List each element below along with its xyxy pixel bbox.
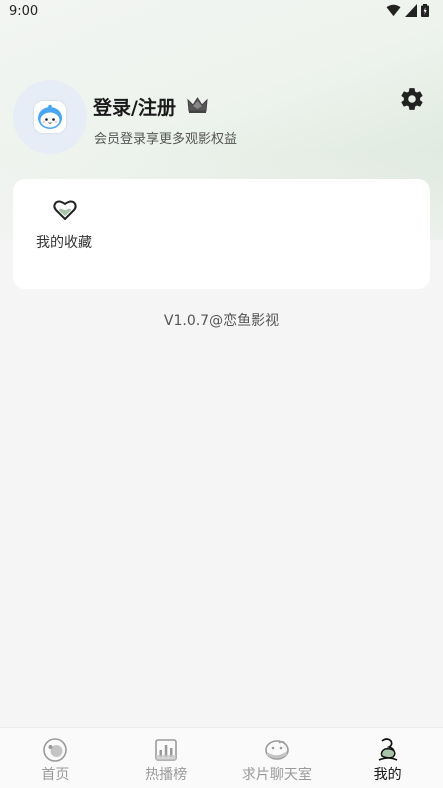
signal-icon — [405, 4, 417, 17]
nav-item-hot[interactable]: 热播榜 — [111, 728, 222, 788]
version-text: V1.0.7@恋鱼影视 — [163, 313, 280, 329]
home-icon — [43, 738, 68, 762]
nav-label: 热播榜 — [145, 767, 188, 783]
favorites-label: 我的收藏 — [36, 235, 92, 251]
status-bar: 9:00 — [0, 0, 443, 24]
avatar[interactable] — [13, 80, 87, 154]
battery-icon — [421, 4, 429, 17]
status-time: 9:00 — [9, 4, 39, 19]
status-icons — [386, 4, 429, 17]
chart-icon — [155, 739, 177, 761]
nav-item-home[interactable]: 首页 — [0, 728, 111, 788]
nav-item-mine[interactable]: 我的 — [332, 728, 443, 788]
bottom-nav: 首页 热播榜 求片聊天室 我的 — [0, 727, 443, 788]
nav-label: 我的 — [373, 767, 402, 783]
profile-icon — [378, 738, 397, 761]
avatar-mascot-icon — [34, 101, 66, 133]
nav-label: 求片聊天室 — [241, 767, 312, 783]
heart-icon — [53, 200, 77, 220]
login-register-link[interactable]: 登录/注册 — [93, 93, 176, 120]
login-subtitle: 会员登录享更多观影权益 — [94, 132, 238, 147]
nav-label: 首页 — [41, 767, 70, 783]
crown-icon — [187, 97, 208, 113]
gear-icon[interactable] — [399, 86, 425, 112]
favorites-button[interactable]: 我的收藏 — [35, 199, 97, 259]
chat-icon — [265, 740, 289, 760]
nav-item-chat[interactable]: 求片聊天室 — [222, 728, 333, 788]
shortcut-card: 我的收藏 — [13, 179, 430, 289]
wifi-icon — [386, 4, 401, 17]
